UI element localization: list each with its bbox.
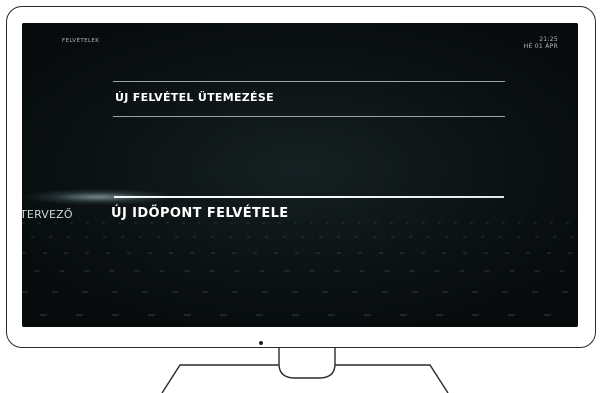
selection-bar (114, 196, 504, 198)
category-label[interactable]: TERVEZŐ (22, 208, 73, 221)
clock-date: HÉ 01 ÁPR (523, 42, 558, 50)
perspective-grid-floor (22, 222, 575, 316)
clock: 21:25 HÉ 01 ÁPR (523, 36, 558, 50)
stand-right-leg (335, 364, 449, 393)
tv-screen: FELVÉTELEK 21:25 HÉ 01 ÁPR ÚJ FELVÉTEL Ü… (22, 23, 578, 327)
stand-neck (278, 348, 336, 379)
tv-stand (161, 348, 449, 393)
stand-left-leg (161, 364, 279, 393)
section-title: FELVÉTELEK (62, 38, 100, 44)
tv-mockup: FELVÉTELEK 21:25 HÉ 01 ÁPR ÚJ FELVÉTEL Ü… (0, 0, 601, 393)
menu-top-divider (113, 81, 505, 82)
selected-menu-item[interactable]: ÚJ IDŐPONT FELVÉTELE (111, 206, 289, 221)
menu-bottom-divider (113, 116, 505, 117)
selection-highlight (22, 186, 508, 208)
power-led-icon (259, 341, 263, 345)
menu-title[interactable]: ÚJ FELVÉTEL ÜTEMEZÉSE (115, 91, 274, 104)
